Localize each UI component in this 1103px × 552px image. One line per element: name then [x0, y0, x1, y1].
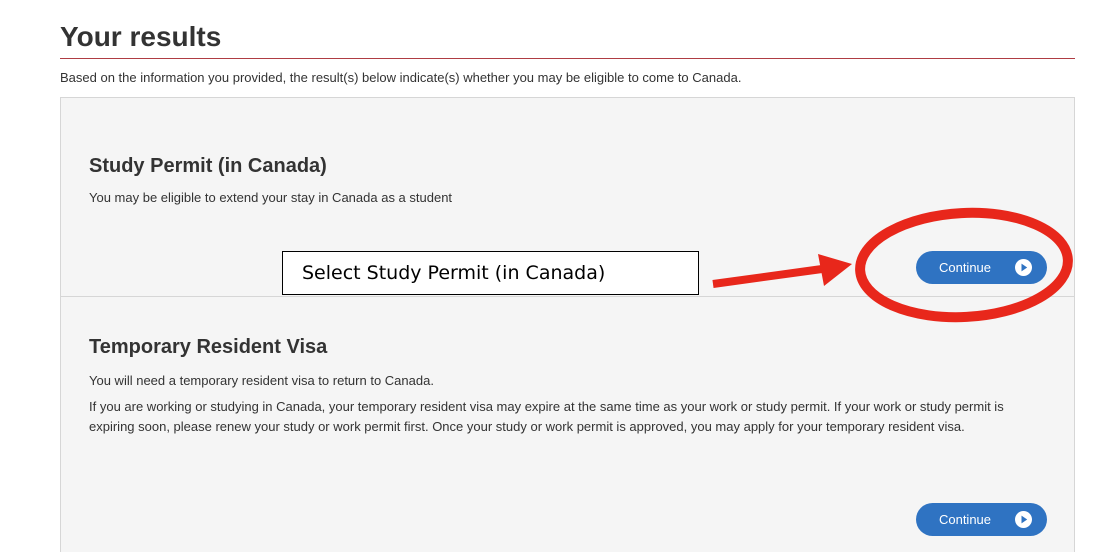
result-details: If you are working or studying in Canada… [89, 399, 1004, 434]
play-circle-icon [1015, 511, 1032, 528]
page-title: Your results [60, 21, 222, 52]
result-description: You may be eligible to extend your stay … [89, 190, 453, 205]
continue-button-study-permit[interactable]: Continue [916, 251, 1047, 284]
annotation-callout: Select Study Permit (in Canada) [282, 251, 699, 295]
play-circle-icon [1015, 259, 1032, 276]
result-description: You will need a temporary resident visa … [89, 373, 434, 388]
continue-button-label: Continue [938, 512, 992, 527]
title-divider [60, 58, 1075, 59]
continue-button-temporary-resident-visa[interactable]: Continue [916, 503, 1047, 536]
result-panel-temporary-resident-visa: Temporary Resident Visa You will need a … [60, 296, 1075, 552]
intro-text: Based on the information you provided, t… [60, 70, 742, 85]
result-title: Study Permit (in Canada) [89, 155, 327, 177]
continue-button-label: Continue [938, 260, 992, 275]
results-page: Your results Based on the information yo… [0, 0, 1103, 552]
result-title: Temporary Resident Visa [89, 336, 328, 358]
